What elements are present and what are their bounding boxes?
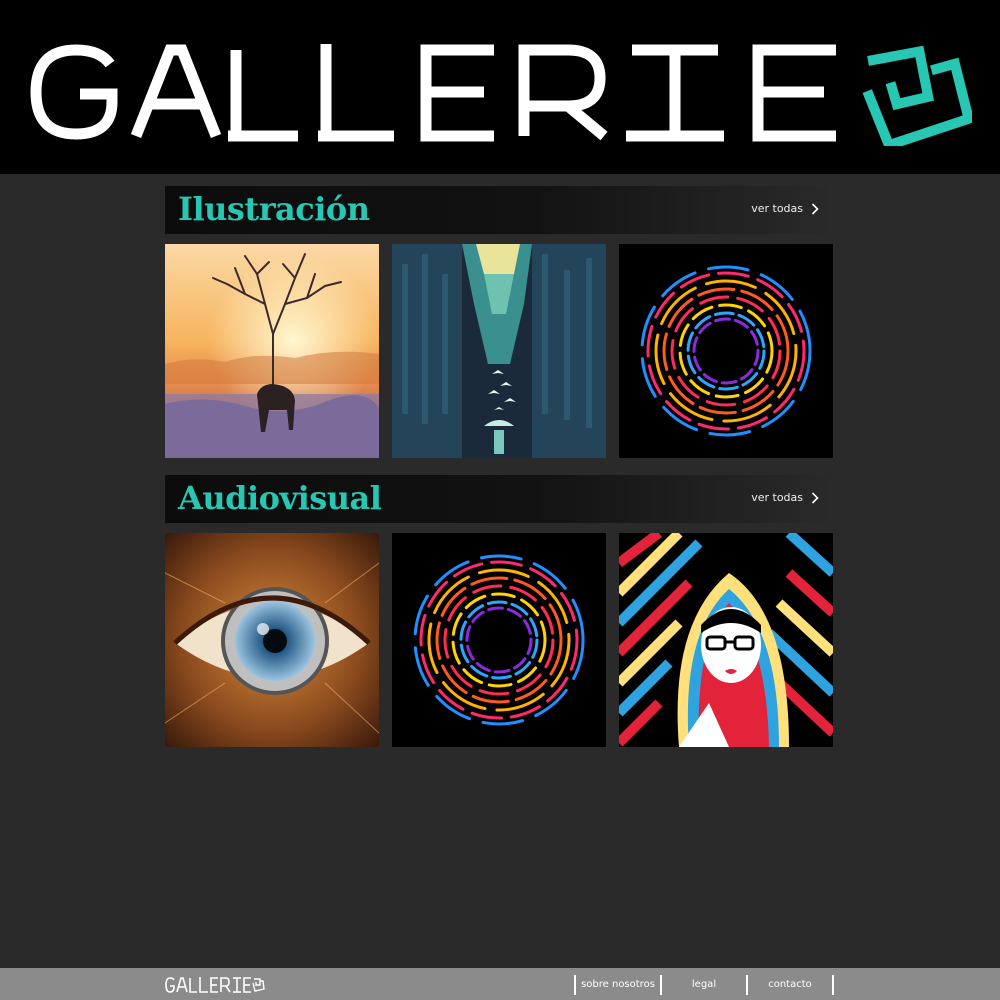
- camera-eye-artwork-image: [165, 533, 379, 747]
- footer-link-legal[interactable]: legal: [662, 975, 746, 995]
- footer-link-sobre-nosotros[interactable]: sobre nosotros: [576, 975, 660, 995]
- artwork-thumbnail-deer[interactable]: [165, 244, 379, 458]
- section-title: Audiovisual: [178, 479, 382, 517]
- see-all-label: ver todas: [751, 491, 803, 504]
- see-all-label: ver todas: [751, 202, 803, 215]
- site-header: [0, 0, 1000, 174]
- section-title: Ilustración: [178, 190, 370, 228]
- see-all-link[interactable]: ver todas: [751, 491, 819, 504]
- footer-logo[interactable]: [165, 977, 265, 993]
- footer-nav: sobre nosotros legal contacto: [574, 975, 834, 995]
- site-logo[interactable]: [28, 42, 848, 142]
- artwork-thumbnail-vortex[interactable]: [619, 244, 833, 458]
- rainbow-vortex-artwork-image: [392, 533, 606, 747]
- artwork-thumbnail-woman[interactable]: [619, 533, 833, 747]
- artwork-thumbnail-eye[interactable]: [165, 533, 379, 747]
- footer-link-contacto[interactable]: contacto: [748, 975, 832, 995]
- section-header: Ilustración ver todas: [165, 186, 835, 234]
- section-header: Audiovisual ver todas: [165, 475, 835, 523]
- see-all-link[interactable]: ver todas: [751, 202, 819, 215]
- patterned-hood-woman-artwork-image: [619, 533, 833, 747]
- city-umbrella-artwork-image: [392, 244, 606, 458]
- artwork-thumbnail-city[interactable]: [392, 244, 606, 458]
- site-footer: sobre nosotros legal contacto: [0, 968, 1000, 1000]
- deer-tree-artwork-image: [165, 244, 379, 458]
- artwork-thumbnail-vortex[interactable]: [392, 533, 606, 747]
- artwork-grid: [165, 533, 835, 747]
- chevron-right-icon: [811, 491, 819, 504]
- rainbow-vortex-artwork-image: [619, 244, 833, 458]
- section-ilustracion: Ilustración ver todas: [165, 186, 835, 458]
- artwork-grid: [165, 244, 835, 458]
- square-bracket-logo-icon: [862, 46, 972, 146]
- chevron-right-icon: [811, 202, 819, 215]
- section-audiovisual: Audiovisual ver todas: [165, 475, 835, 747]
- footer-divider: [832, 975, 834, 995]
